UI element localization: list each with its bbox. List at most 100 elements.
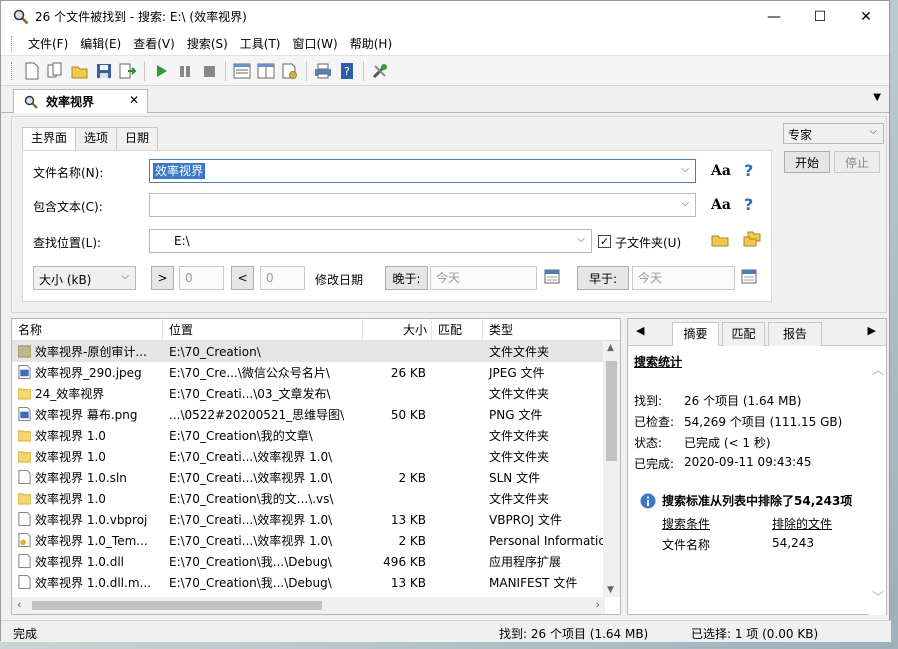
match-case-icon[interactable]: Aa — [711, 163, 731, 179]
search-mode-select[interactable]: 专家 ⌵ — [783, 123, 884, 144]
scroll-left-icon[interactable]: ‹ — [17, 598, 21, 611]
later-than-date-input[interactable]: 今天 — [430, 266, 537, 290]
table-row[interactable]: 效率视界 1.0 E:\70_Creation\我的文章\ 文件文件夹 — [12, 425, 620, 446]
subfolders-checkbox[interactable]: ✓ — [598, 235, 611, 248]
start-button[interactable]: 开始 — [784, 151, 830, 173]
calendar-icon[interactable] — [544, 268, 560, 287]
toolbar-separator — [225, 60, 226, 81]
start-search-button[interactable] — [149, 60, 172, 82]
menu-file[interactable]: 文件(F) — [22, 33, 74, 55]
column-header-name[interactable]: 名称 — [12, 319, 163, 340]
summary-scrollbar[interactable]: ︿ ﹀ — [869, 347, 886, 615]
filename-combo[interactable]: 效率视界 ⌵ — [149, 159, 696, 183]
earlier-than-date-input[interactable]: 今天 — [632, 266, 735, 290]
calendar-icon[interactable] — [741, 268, 757, 287]
window-layout-icon — [257, 63, 274, 78]
menu-help[interactable]: 帮助(H) — [344, 33, 398, 55]
file-name: 效率视界_290.jpeg — [35, 366, 142, 380]
menu-view[interactable]: 查看(V) — [127, 33, 181, 55]
vertical-scrollbar[interactable]: ▲ ▼ — [603, 341, 620, 597]
print-button[interactable] — [311, 60, 334, 82]
table-cell: 文件文件夹 — [483, 490, 604, 507]
help-icon[interactable]: ? — [744, 161, 753, 180]
subfolders-label[interactable]: 子文件夹(U) — [615, 234, 681, 251]
horizontal-scrollbar[interactable]: ‹ › — [12, 597, 605, 614]
scroll-thumb[interactable] — [32, 601, 322, 610]
stop-search-button[interactable] — [197, 60, 220, 82]
table-row[interactable]: 效率视界 1.0 E:\70_Creati...\效率视界 1.0\ 文件文件夹 — [12, 446, 620, 467]
contains-text-combo[interactable]: ⌵ — [149, 193, 696, 217]
column-header-match[interactable]: 匹配 — [432, 319, 483, 340]
export-button[interactable] — [116, 60, 139, 82]
folder-icon — [18, 387, 35, 401]
chevron-down-icon[interactable]: ⌵ — [577, 234, 585, 245]
menu-tools[interactable]: 工具(T) — [234, 33, 287, 55]
close-tab-icon[interactable]: ✕ — [129, 93, 139, 107]
layout-button[interactable] — [254, 60, 277, 82]
table-row[interactable]: 效率视界 1.0 E:\70_Creation\我的文...\.vs\ 文件文件夹 — [12, 488, 620, 509]
open-button[interactable] — [68, 60, 91, 82]
max-size-input[interactable]: 0 — [260, 266, 305, 290]
new-from-template-button[interactable] — [44, 60, 67, 82]
tab-scroll-right-icon[interactable]: ▶ — [868, 324, 876, 337]
table-row[interactable]: 效率视界 幕布.png ...\0522#20200521_思维导图\ 50 KB P… — [12, 404, 620, 425]
scroll-up-icon[interactable]: ︿ — [872, 361, 884, 378]
tab-main[interactable]: 主界面 — [22, 127, 77, 151]
tab-report[interactable]: 报告 — [768, 322, 822, 346]
table-row[interactable]: 效率视界 1.0.dll E:\70_Creation\我...\Debug\ 49… — [12, 551, 620, 572]
less-than-button[interactable]: < — [231, 266, 254, 290]
greater-than-button[interactable]: > — [151, 266, 174, 290]
match-case-icon[interactable]: Aa — [711, 197, 731, 213]
pause-search-button[interactable] — [173, 60, 196, 82]
maximize-button[interactable]: ☐ — [797, 1, 843, 32]
min-size-input[interactable]: 0 — [179, 266, 224, 290]
table-row[interactable]: 效率视界_290.jpeg E:\70_Cre...\微信公众号名片\ 26 KB J… — [12, 362, 620, 383]
tools-button[interactable] — [368, 60, 391, 82]
multi-folder-icon[interactable] — [743, 231, 761, 250]
column-header-size[interactable]: 大小 — [363, 319, 432, 340]
location-combo[interactable]: E:\ ⌵ — [149, 229, 592, 253]
modified-date-label: 修改日期 — [315, 273, 364, 287]
tab-summary[interactable]: 摘要 — [672, 322, 719, 346]
table-row[interactable]: 效率视界 1.0.sln E:\70_Creati...\效率视界 1.0\ 2 K… — [12, 467, 620, 488]
scroll-up-icon[interactable]: ▲ — [607, 343, 614, 353]
help-icon[interactable]: ? — [744, 195, 753, 214]
save-button[interactable] — [92, 60, 115, 82]
details-view-button[interactable] — [230, 60, 253, 82]
table-row[interactable]: 效率视界 1.0.vbproj E:\70_Creati...\效率视界 1.0\… — [12, 509, 620, 530]
tab-matches[interactable]: 匹配 — [722, 322, 765, 346]
minimize-button[interactable]: — — [751, 1, 797, 32]
file-type: 文件文件夹 — [489, 450, 550, 464]
stop-button[interactable]: 停止 — [834, 151, 880, 173]
earlier-than-button[interactable]: 早于: — [577, 266, 629, 290]
browse-folder-icon[interactable] — [711, 233, 729, 250]
file-type: MANIFEST 文件 — [489, 576, 578, 590]
close-button[interactable]: ✕ — [843, 1, 889, 32]
properties-button[interactable] — [278, 60, 301, 82]
tab-date[interactable]: 日期 — [116, 127, 159, 150]
menu-window[interactable]: 窗口(W) — [287, 33, 344, 55]
table-row[interactable]: 24_效率视界 E:\70_Creati...\03_文章发布\ 文件文件夹 — [12, 383, 620, 404]
tab-scroll-left-icon[interactable]: ◀ — [636, 324, 644, 337]
results-list: 名称 位置 大小 匹配 类型 效率视界-原创审计... E:\70_Creatio… — [11, 318, 621, 615]
menu-search[interactable]: 搜索(S) — [181, 33, 234, 55]
table-row[interactable]: 效率视界 1.0.dll.m... E:\70_Creation\我...\Deb… — [12, 572, 620, 593]
scroll-thumb[interactable] — [606, 361, 617, 461]
chevron-down-icon[interactable]: ⌵ — [681, 164, 689, 175]
size-unit-select[interactable]: 大小 (kB) ⌵ — [33, 266, 136, 290]
scroll-down-icon[interactable]: ▼ — [607, 585, 614, 595]
scroll-down-icon[interactable]: ﹀ — [872, 588, 884, 605]
column-header-location[interactable]: 位置 — [163, 319, 363, 340]
tab-overflow-icon[interactable]: ▼ — [873, 92, 881, 103]
chevron-down-icon[interactable]: ⌵ — [681, 198, 689, 209]
help-book-button[interactable]: ? — [335, 60, 358, 82]
table-row[interactable]: 效率视界-原创审计... E:\70_Creation\ 文件文件夹 — [12, 341, 620, 362]
tab-options[interactable]: 选项 — [75, 127, 118, 150]
table-row[interactable]: 效率视界 1.0_Tem... E:\70_Creati...\效率视界 1.0\… — [12, 530, 620, 551]
column-header-type[interactable]: 类型 — [483, 319, 604, 340]
menu-edit[interactable]: 编辑(E) — [74, 33, 127, 55]
new-search-button[interactable] — [20, 60, 43, 82]
later-than-button[interactable]: 晚于: — [385, 266, 428, 290]
tab-search-document[interactable]: 效率视界 ✕ — [13, 89, 148, 113]
scroll-right-icon[interactable]: › — [596, 598, 600, 611]
